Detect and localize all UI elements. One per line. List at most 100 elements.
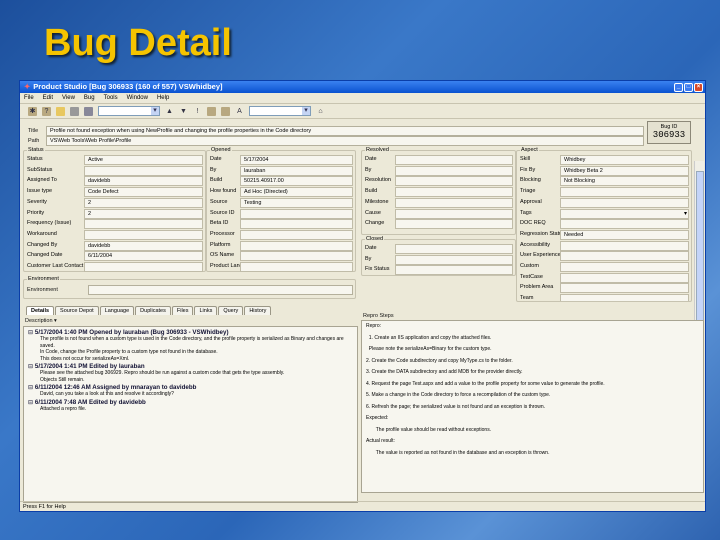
field-value[interactable]: Active	[84, 155, 203, 165]
minimize-button[interactable]: _	[674, 82, 683, 92]
tab-query[interactable]: Query	[218, 306, 244, 315]
field-value[interactable]	[560, 294, 689, 301]
field-label: Problem Area	[520, 284, 554, 291]
field-value[interactable]	[560, 197, 689, 208]
field-value[interactable]	[84, 229, 203, 240]
query-combo[interactable]	[98, 106, 160, 116]
field-value[interactable]	[395, 208, 513, 219]
print-icon[interactable]	[84, 106, 93, 116]
field-value[interactable]: davidebb	[84, 240, 203, 251]
field-value[interactable]: Ad Hoc (Directed)	[240, 187, 353, 198]
field-value[interactable]	[395, 165, 513, 176]
field-value[interactable]: Whidbey	[560, 155, 689, 165]
field-value[interactable]	[395, 254, 513, 265]
home-icon[interactable]: ⌂	[316, 107, 325, 116]
scrollbar-thumb[interactable]	[696, 171, 704, 326]
title-input[interactable]: Profile not found exception when using N…	[46, 126, 644, 136]
help-icon[interactable]: !	[193, 107, 202, 116]
entry-header[interactable]: 5/17/2004 1:41 PM Edited by lauraban	[28, 363, 357, 370]
copy-icon[interactable]	[207, 106, 216, 116]
field-row: Product Lang	[207, 262, 355, 273]
description-pane[interactable]: 5/17/2004 1:40 PM Opened by lauraban (Bu…	[23, 326, 358, 503]
search-combo[interactable]	[249, 106, 311, 116]
field-row: Status Active	[24, 155, 205, 166]
repro-line: 1. Create an IIS application and copy th…	[366, 334, 492, 341]
field-value[interactable]	[240, 208, 353, 219]
field-value[interactable]	[560, 283, 689, 294]
field-value[interactable]	[84, 262, 203, 272]
field-value[interactable]: Not Blocking	[560, 176, 689, 187]
field-value[interactable]	[560, 251, 689, 262]
history-entry: 5/17/2004 1:40 PM Opened by lauraban (Bu…	[28, 329, 357, 362]
menu-help[interactable]: Help	[157, 93, 169, 103]
aspect-group-title: Aspect	[520, 147, 539, 153]
entry-header[interactable]: 6/11/2004 7:48 AM Edited by davidebb	[28, 399, 357, 406]
field-value[interactable]	[240, 219, 353, 230]
field-value[interactable]	[560, 219, 689, 230]
field-value[interactable]: Needed	[560, 229, 689, 240]
field-value[interactable]: lauraban	[240, 165, 353, 176]
field-value[interactable]: Whidbey Beta 2	[560, 165, 689, 176]
field-value[interactable]	[240, 251, 353, 262]
font-icon[interactable]: A	[235, 107, 244, 116]
menu-edit[interactable]: Edit	[43, 93, 53, 103]
new-query-icon[interactable]: ?	[42, 106, 51, 116]
paste-icon[interactable]	[221, 106, 230, 116]
field-value[interactable]	[560, 272, 689, 283]
path-input[interactable]: VS\Web Tools\Web Profile\Profile	[46, 136, 644, 146]
new-bug-icon[interactable]: ✱	[28, 106, 37, 116]
field-value[interactable]	[84, 219, 203, 230]
field-value[interactable]: davidebb	[84, 176, 203, 187]
field-value[interactable]	[560, 240, 689, 251]
repro-pane[interactable]: Repro: 1. Create an IIS application and …	[361, 320, 704, 493]
field-row: Assigned To davidebb	[24, 176, 205, 187]
field-value[interactable]	[395, 197, 513, 208]
menu-view[interactable]: View	[62, 93, 75, 103]
field-value[interactable]	[560, 262, 689, 272]
entry-header[interactable]: 5/17/2004 1:40 PM Opened by lauraban (Bu…	[28, 329, 357, 336]
field-row: Resolution	[362, 176, 515, 187]
field-value[interactable]: 2	[84, 208, 203, 219]
field-value[interactable]: ▾	[560, 208, 689, 219]
field-value[interactable]: Code Defect	[84, 187, 203, 198]
entry-header[interactable]: 6/11/2004 12:46 AM Assigned by mnarayan …	[28, 384, 357, 391]
field-value[interactable]	[395, 187, 513, 198]
field-value[interactable]	[395, 155, 513, 165]
description-label[interactable]: Description ▾	[25, 318, 57, 324]
bug-form: Title Profile not found exception when u…	[20, 121, 707, 513]
tab-language[interactable]: Language	[99, 306, 135, 315]
tab-details[interactable]: Details	[26, 306, 55, 315]
maximize-button[interactable]: □	[684, 82, 693, 92]
tab-source-depot[interactable]: Source Depot	[55, 306, 99, 315]
menu-window[interactable]: Window	[127, 93, 148, 103]
field-value[interactable]	[560, 187, 689, 198]
field-value[interactable]	[240, 262, 353, 272]
save-icon[interactable]	[70, 106, 79, 116]
menu-file[interactable]: File	[24, 93, 34, 103]
tab-duplicates[interactable]: Duplicates	[135, 306, 171, 315]
menu-tools[interactable]: Tools	[104, 93, 118, 103]
field-value[interactable]: Testing	[240, 197, 353, 208]
field-value[interactable]	[395, 265, 513, 276]
field-value[interactable]: 5/17/2004	[240, 155, 353, 165]
tab-files[interactable]: Files	[171, 306, 194, 315]
next-icon[interactable]: ▼	[179, 107, 188, 116]
tab-links[interactable]: Links	[194, 306, 218, 315]
tab-history[interactable]: History	[244, 306, 272, 315]
menu-bar: File Edit View Bug Tools Window Help	[20, 93, 705, 104]
menu-bug[interactable]: Bug	[84, 93, 95, 103]
field-value[interactable]	[240, 229, 353, 240]
field-value[interactable]	[240, 240, 353, 251]
field-value[interactable]: 6/11/2004	[84, 251, 203, 262]
chevron-down-icon[interactable]: ▾	[684, 210, 687, 218]
field-value[interactable]	[84, 165, 203, 176]
field-value[interactable]: 50215.40917.00	[240, 176, 353, 187]
prev-icon[interactable]: ▲	[165, 107, 174, 116]
environment-input[interactable]	[88, 285, 353, 295]
field-value[interactable]	[395, 176, 513, 187]
field-value[interactable]: 2	[84, 197, 203, 208]
open-icon[interactable]	[56, 106, 65, 116]
field-value[interactable]	[395, 244, 513, 254]
close-button[interactable]: ×	[694, 82, 703, 92]
field-value[interactable]	[395, 219, 513, 230]
